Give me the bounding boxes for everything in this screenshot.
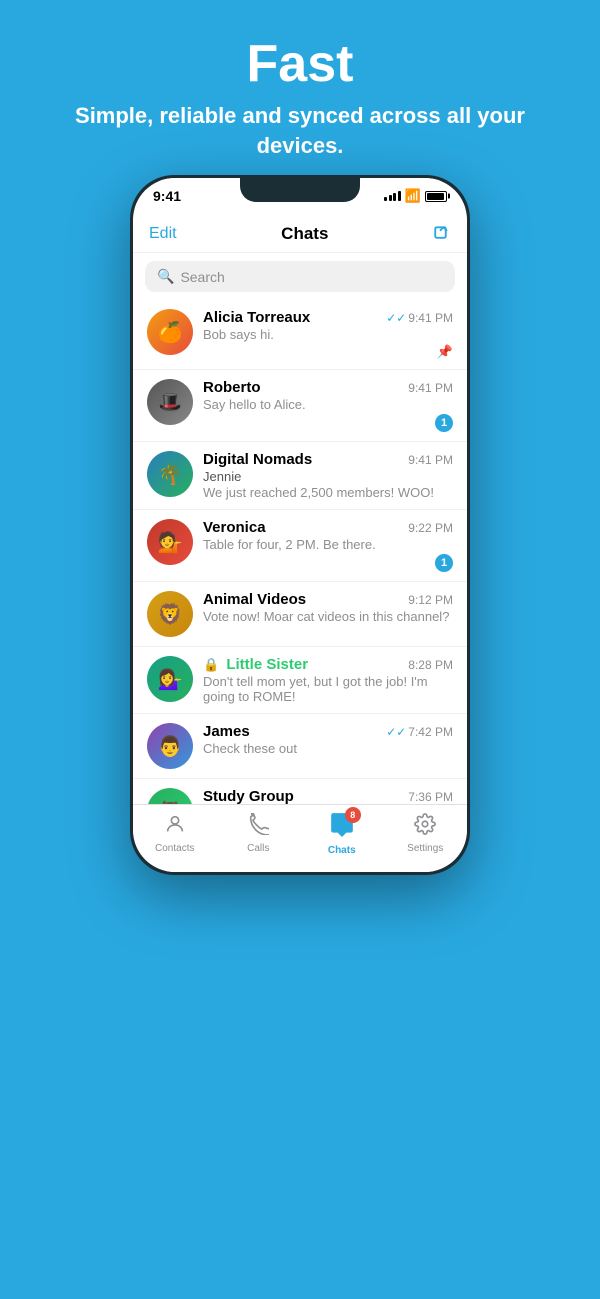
- tab-calls[interactable]: Calls: [217, 813, 301, 854]
- chat-name: Alicia Torreaux: [203, 309, 310, 326]
- read-receipt-icon: ✓✓: [386, 725, 406, 739]
- chat-time: 7:36 PM: [408, 790, 453, 804]
- chat-time: ✓✓ 7:42 PM: [386, 725, 453, 739]
- search-icon: 🔍: [157, 268, 174, 285]
- list-item[interactable]: 👨 James ✓✓ 7:42 PM Check these out: [133, 714, 467, 779]
- chat-name: Digital Nomads: [203, 451, 312, 468]
- chat-preview: Table for four, 2 PM. Be there.: [203, 537, 453, 552]
- compose-icon[interactable]: [433, 225, 451, 243]
- chats-tab-wrapper: 8: [329, 811, 355, 843]
- hero-section: Fast Simple, reliable and synced across …: [0, 0, 600, 189]
- chat-time: 9:41 PM: [408, 381, 453, 395]
- chat-preview: Bob says hi.: [203, 327, 453, 342]
- chat-time: 9:22 PM: [408, 521, 453, 535]
- tab-chats[interactable]: 8 Chats: [300, 811, 384, 856]
- tab-label-contacts: Contacts: [155, 843, 194, 854]
- avatar: 🎩: [147, 379, 193, 425]
- chat-name: Roberto: [203, 379, 261, 396]
- list-item[interactable]: 💁‍♀️ 🔒 Little Sister 8:28 PM Don't tell …: [133, 647, 467, 714]
- chat-name: 🔒 Little Sister: [203, 656, 308, 673]
- list-item[interactable]: 💁 Veronica 9:22 PM Table for four, 2 PM.…: [133, 510, 467, 582]
- calls-icon: [247, 813, 269, 841]
- hero-title: Fast: [40, 36, 560, 93]
- chat-preview: Say hello to Alice.: [203, 397, 453, 412]
- unread-badge: 1: [435, 414, 453, 432]
- contacts-icon: [164, 813, 186, 841]
- list-item[interactable]: 🍊 Alicia Torreaux ✓✓ 9:41 PM Bob says hi…: [133, 300, 467, 370]
- tab-bar: Contacts Calls: [133, 804, 467, 872]
- tab-label-calls: Calls: [247, 843, 269, 854]
- chat-name: James: [203, 723, 250, 740]
- chat-time: 9:12 PM: [408, 593, 453, 607]
- tab-label-chats: Chats: [328, 845, 356, 856]
- battery-icon: [425, 191, 447, 202]
- lock-icon: 🔒: [203, 657, 219, 672]
- list-item[interactable]: 🦁 Animal Videos 9:12 PM Vote now! Moar c…: [133, 582, 467, 647]
- chat-name: Study Group: [203, 788, 294, 805]
- tab-contacts[interactable]: Contacts: [133, 813, 217, 854]
- app-header: Edit Chats: [133, 218, 467, 253]
- chat-name: Veronica: [203, 519, 266, 536]
- page-title: Chats: [281, 224, 328, 244]
- status-icons: 📶: [384, 188, 447, 204]
- search-bar[interactable]: 🔍 Search: [145, 261, 455, 292]
- chat-preview: Don't tell mom yet, but I got the job! I…: [203, 674, 453, 704]
- read-receipt-icon: ✓✓: [386, 311, 406, 325]
- phone-frame: 9:41 📶 Edit Chats: [130, 175, 470, 875]
- chat-preview: We just reached 2,500 members! WOO!: [203, 485, 453, 500]
- avatar: 🌴: [147, 451, 193, 497]
- unread-badge: 1: [435, 554, 453, 572]
- phone-screen: Edit Chats 🔍 Search 🍊: [133, 218, 467, 872]
- chat-name: Animal Videos: [203, 591, 306, 608]
- status-time: 9:41: [153, 188, 181, 204]
- avatar: 💁‍♀️: [147, 656, 193, 702]
- list-item[interactable]: 🌴 Digital Nomads 9:41 PM Jennie We just …: [133, 442, 467, 510]
- avatar: 🍊: [147, 309, 193, 355]
- chat-time: 8:28 PM: [408, 658, 453, 672]
- pin-icon: 📌: [437, 344, 453, 360]
- chat-tab-badge: 8: [345, 807, 361, 823]
- list-item[interactable]: 🎩 Roberto 9:41 PM Say hello to Alice. 1: [133, 370, 467, 442]
- chat-list: 🍊 Alicia Torreaux ✓✓ 9:41 PM Bob says hi…: [133, 300, 467, 872]
- chat-sender: Jennie: [203, 469, 453, 484]
- chat-preview: Vote now! Moar cat videos in this channe…: [203, 609, 453, 624]
- avatar: 🦁: [147, 591, 193, 637]
- chat-time: ✓✓ 9:41 PM: [386, 311, 453, 325]
- phone-notch: [240, 178, 360, 202]
- tab-label-settings: Settings: [407, 843, 443, 854]
- chat-time: 9:41 PM: [408, 453, 453, 467]
- edit-button[interactable]: Edit: [149, 225, 177, 243]
- search-placeholder: Search: [180, 269, 224, 285]
- phone-inner: 9:41 📶 Edit Chats: [133, 178, 467, 872]
- settings-icon: [414, 813, 436, 841]
- tab-settings[interactable]: Settings: [384, 813, 468, 854]
- chat-preview: Check these out: [203, 741, 453, 756]
- avatar: 👨: [147, 723, 193, 769]
- wifi-icon: 📶: [405, 188, 421, 204]
- avatar: 💁: [147, 519, 193, 565]
- signal-bars-icon: [384, 191, 401, 201]
- hero-subtitle: Simple, reliable and synced across all y…: [40, 101, 560, 160]
